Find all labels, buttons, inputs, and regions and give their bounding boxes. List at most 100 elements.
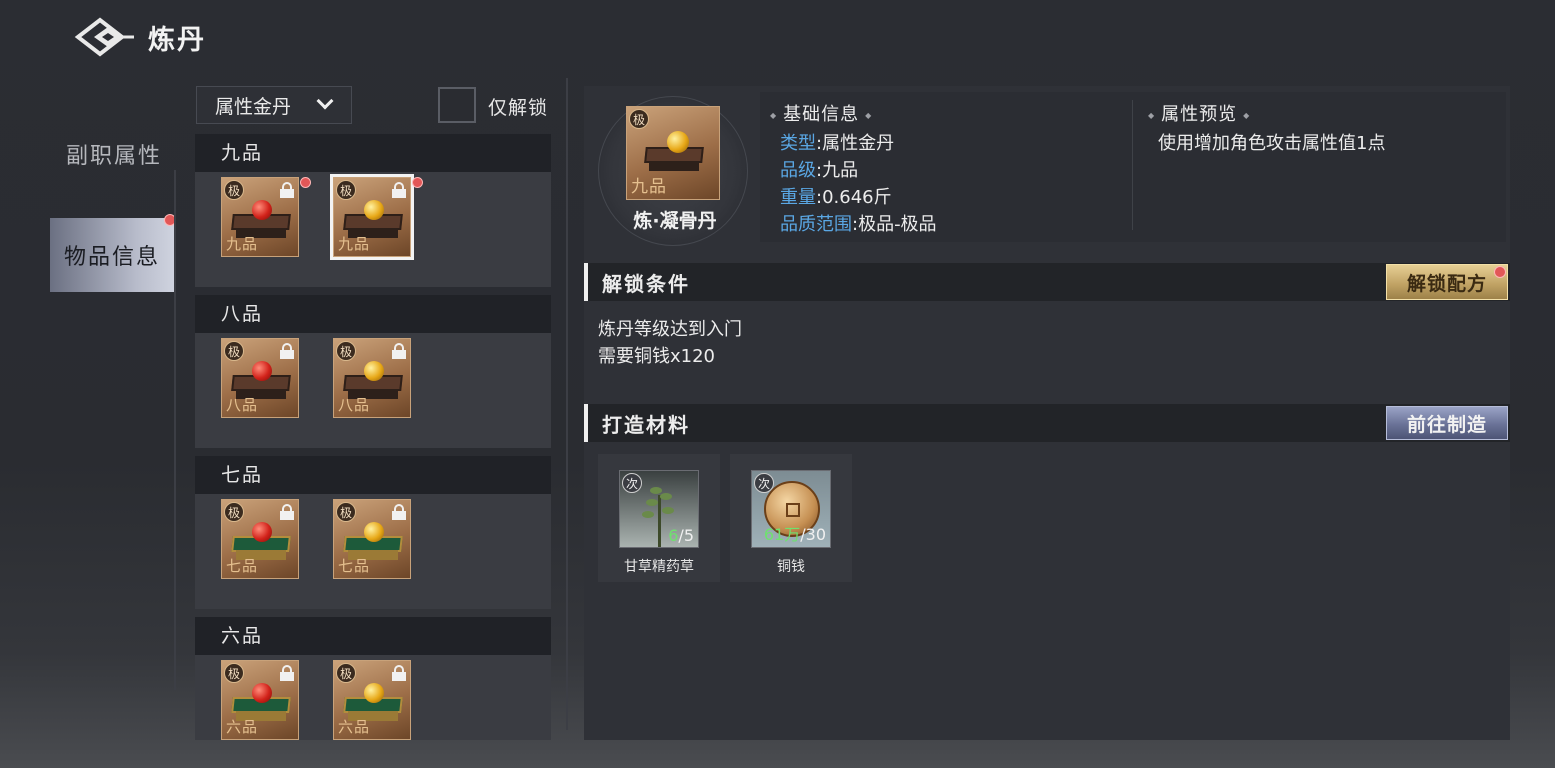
recipe-item[interactable]: 极八品炼·化骨丹 bbox=[333, 338, 411, 483]
info-value: :0.646斤 bbox=[816, 187, 892, 208]
red-pill-icon bbox=[252, 522, 272, 542]
rank-badge: 次 bbox=[622, 473, 642, 493]
grade-header: 九品 bbox=[195, 134, 551, 172]
grade-stamp: 九品 bbox=[226, 235, 259, 253]
unlock-recipe-button[interactable]: 解锁配方 bbox=[1386, 264, 1508, 300]
red-pill-icon bbox=[252, 683, 272, 703]
rank-badge: 极 bbox=[224, 502, 244, 522]
gold-pill-icon bbox=[364, 522, 384, 542]
rank-badge: 极 bbox=[224, 180, 244, 200]
item-icon-frame: 极六品 bbox=[333, 660, 411, 740]
material-name: 甘草精药草 bbox=[624, 559, 694, 575]
recipe-item[interactable]: 极九品炼·凝血丹 bbox=[221, 177, 311, 322]
gold-pill-icon bbox=[364, 683, 384, 703]
lock-icon bbox=[392, 343, 406, 359]
panel-divider bbox=[566, 78, 568, 730]
lock-icon bbox=[392, 665, 406, 681]
recipe-item[interactable]: 极六品 bbox=[221, 660, 299, 740]
item-icon-frame: 极八品 bbox=[333, 338, 411, 418]
basic-info-title: 基础信息 bbox=[770, 100, 937, 126]
recipe-item[interactable]: 极九品炼·凝骨丹 bbox=[330, 174, 423, 322]
basic-info-row: 重量:0.646斤 bbox=[780, 184, 937, 211]
herb-icon: 次 6/5 bbox=[619, 470, 699, 548]
info-key: 品级 bbox=[780, 160, 816, 181]
grade-stamp: 七品 bbox=[338, 557, 371, 575]
unlock-conditions: 炼丹等级达到入门 需要铜钱x120 bbox=[598, 316, 742, 370]
item-icon-frame: 极七品 bbox=[221, 499, 299, 579]
lock-icon bbox=[280, 343, 294, 359]
nav-tab-sub-attributes[interactable]: 副职属性 bbox=[66, 138, 162, 170]
attr-preview-title: 属性预览 bbox=[1148, 100, 1385, 126]
only-unlocked-label: 仅解锁 bbox=[488, 97, 549, 119]
dropdown-value: 属性金丹 bbox=[215, 95, 292, 118]
info-key: 品质范围 bbox=[780, 214, 852, 235]
info-value: :极品-极品 bbox=[852, 214, 937, 235]
item-icon-frame: 极九品 bbox=[221, 177, 299, 257]
grade-stamp: 八品 bbox=[338, 396, 371, 414]
basic-info: 基础信息 类型:属性金丹品级:九品重量:0.646斤品质范围:极品-极品 bbox=[770, 100, 937, 238]
notification-dot bbox=[1494, 266, 1506, 278]
nav-divider bbox=[174, 170, 176, 690]
coin-icon: 次 61万/30 bbox=[751, 470, 831, 548]
gold-pill-icon bbox=[364, 200, 384, 220]
rank-badge: 极 bbox=[224, 341, 244, 361]
recipe-item[interactable]: 极八品炼·化血丹 bbox=[221, 338, 299, 483]
attr-preview: 属性预览 使用增加角色攻击属性值1点 bbox=[1148, 100, 1385, 157]
grade-section: 六品极六品极六品 bbox=[195, 617, 551, 740]
nav-tab-label: 物品信息 bbox=[63, 245, 160, 270]
gold-pill-icon bbox=[667, 131, 689, 153]
lock-icon bbox=[280, 504, 294, 520]
grade-stamp: 六品 bbox=[226, 718, 259, 736]
grade-section: 八品极八品炼·化血丹极八品炼·化骨丹 bbox=[195, 295, 551, 483]
back-button[interactable] bbox=[74, 14, 136, 60]
chevron-down-icon bbox=[316, 92, 334, 110]
rank-badge: 极 bbox=[224, 663, 244, 683]
lock-icon bbox=[280, 665, 294, 681]
rank-badge: 极 bbox=[629, 109, 649, 129]
attr-preview-text: 使用增加角色攻击属性值1点 bbox=[1158, 133, 1386, 154]
recipe-item[interactable]: 极七品炼·养骨丹 bbox=[333, 499, 411, 644]
lock-icon bbox=[280, 182, 294, 198]
recipe-item[interactable]: 极六品 bbox=[333, 660, 411, 740]
item-icon-frame: 极九品 bbox=[333, 177, 411, 257]
type-filter-dropdown[interactable]: 属性金丹 bbox=[196, 86, 352, 124]
selected-item-icon: 极 九品 bbox=[626, 106, 720, 200]
material-count: 6/5 bbox=[668, 526, 694, 545]
unlock-condition: 需要铜钱x120 bbox=[598, 346, 716, 367]
notification-dot bbox=[412, 177, 423, 188]
item-icon-frame: 极八品 bbox=[221, 338, 299, 418]
craft-section-header: 打造材料 bbox=[584, 404, 1510, 442]
info-value: :属性金丹 bbox=[816, 133, 895, 154]
recipe-list[interactable]: 九品极九品炼·凝血丹极九品炼·凝骨丹八品极八品炼·化血丹极八品炼·化骨丹七品极七… bbox=[195, 134, 551, 740]
unlock-condition: 炼丹等级达到入门 bbox=[598, 319, 742, 340]
rank-badge: 次 bbox=[754, 473, 774, 493]
only-unlocked-checkbox[interactable] bbox=[438, 87, 476, 123]
material-card[interactable]: 次 61万/30 铜钱 bbox=[730, 454, 852, 582]
item-icon-frame: 极六品 bbox=[221, 660, 299, 740]
grade-stamp: 九品 bbox=[338, 235, 371, 253]
material-card[interactable]: 次 6/5 甘草精药草 bbox=[598, 454, 720, 582]
rank-badge: 极 bbox=[336, 502, 356, 522]
back-diamond-icon bbox=[74, 17, 134, 57]
nav-tab-item-info[interactable]: 物品信息 bbox=[50, 218, 174, 292]
basic-info-row: 类型:属性金丹 bbox=[780, 130, 937, 157]
recipe-item[interactable]: 极七品炼·养血丹 bbox=[221, 499, 299, 644]
grade-stamp: 八品 bbox=[226, 396, 259, 414]
notification-dot bbox=[300, 177, 311, 188]
rank-badge: 极 bbox=[336, 663, 356, 683]
gold-pill-icon bbox=[364, 361, 384, 381]
item-icon-frame: 极 九品 bbox=[626, 106, 720, 200]
grade-stamp: 九品 bbox=[631, 177, 667, 197]
grade-section: 七品极七品炼·养血丹极七品炼·养骨丹 bbox=[195, 456, 551, 644]
unlock-section-header: 解锁条件 bbox=[584, 263, 1510, 301]
go-craft-button[interactable]: 前往制造 bbox=[1386, 406, 1508, 440]
red-pill-icon bbox=[252, 200, 272, 220]
selected-item-name: 炼·凝骨丹 bbox=[633, 210, 717, 232]
grade-section: 九品极九品炼·凝血丹极九品炼·凝骨丹 bbox=[195, 134, 551, 322]
info-value: :九品 bbox=[816, 160, 859, 181]
grade-header: 八品 bbox=[195, 295, 551, 333]
lock-icon bbox=[392, 504, 406, 520]
item-icon-frame: 极七品 bbox=[333, 499, 411, 579]
grade-stamp: 七品 bbox=[226, 557, 259, 575]
basic-info-row: 品质范围:极品-极品 bbox=[780, 211, 937, 238]
